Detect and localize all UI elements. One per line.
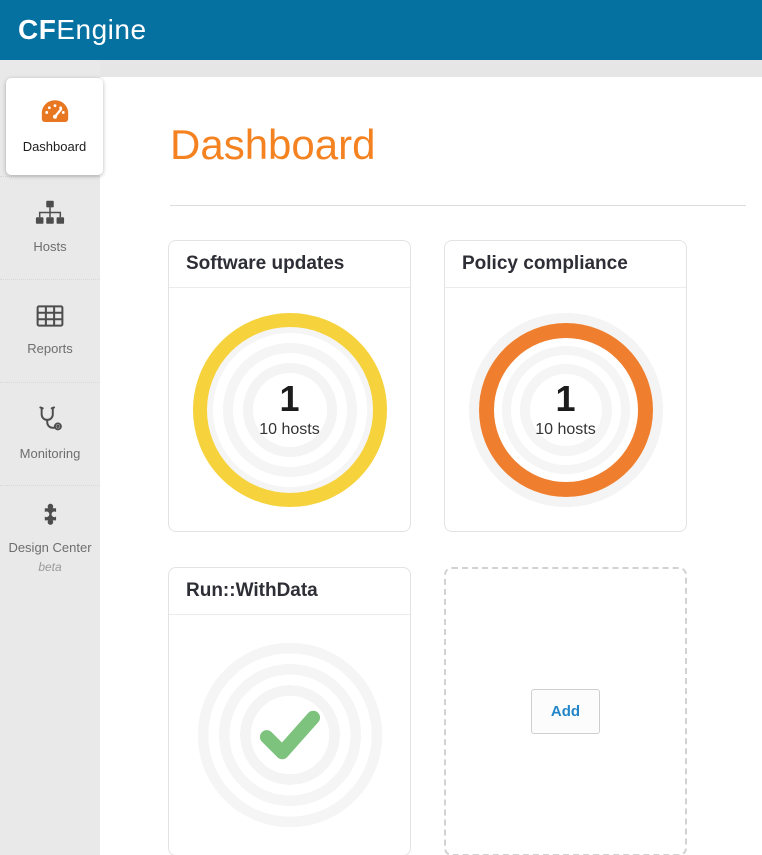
puzzle-icon [37, 500, 63, 531]
app-header: CFEngine [0, 0, 762, 60]
title-divider [170, 205, 746, 206]
card-policy-compliance: Policy compliance 1 10 hosts [444, 240, 687, 532]
chart-value: 1 [279, 381, 299, 417]
card-software-updates: Software updates 1 10 hosts [168, 240, 411, 532]
sidebar-item-label: Design Center [8, 540, 91, 556]
sidebar-item-dashboard[interactable]: Dashboard [6, 78, 103, 175]
add-button[interactable]: Add [531, 689, 600, 734]
sidebar-item-design-center[interactable]: Design Center beta [0, 485, 100, 588]
brand-light: Engine [56, 14, 146, 45]
chart-center: 1 10 hosts [190, 310, 390, 510]
main-content: Dashboard Software updates 1 10 hosts [100, 77, 762, 855]
chart-sublabel: 10 hosts [259, 421, 319, 439]
sidebar: Dashboard [0, 60, 100, 855]
card-title: Software updates [169, 241, 410, 288]
stethoscope-icon [37, 405, 63, 437]
card-add-widget: Add [444, 567, 687, 855]
chart-center: 1 10 hosts [466, 310, 666, 510]
card-run-withdata: Run::WithData [168, 567, 411, 855]
card-title: Run::WithData [169, 568, 410, 615]
card-body: 1 10 hosts [169, 288, 410, 531]
sidebar-item-monitoring[interactable]: Monitoring [0, 382, 100, 485]
sidebar-item-label: Dashboard [23, 139, 87, 155]
donut-chart-policy-compliance: 1 10 hosts [466, 310, 666, 510]
app-shell: Dashboard [0, 60, 762, 855]
check-icon [255, 704, 325, 766]
chart-value: 1 [555, 381, 575, 417]
card-body [169, 615, 410, 855]
dashboard-grid: Software updates 1 10 hosts [168, 240, 762, 855]
table-icon [36, 305, 64, 332]
sidebar-item-label: Hosts [33, 239, 66, 255]
sidebar-item-label: Reports [27, 341, 73, 357]
status-chart-run-withdata [184, 629, 396, 841]
card-body: 1 10 hosts [445, 288, 686, 531]
card-title: Policy compliance [445, 241, 686, 288]
sidebar-item-reports[interactable]: Reports [0, 279, 100, 382]
page-title: Dashboard [170, 121, 762, 169]
page: CFEngine Dashboa [0, 0, 762, 855]
gauge-icon [39, 98, 71, 130]
sidebar-item-hosts[interactable]: Hosts [0, 176, 100, 279]
donut-chart-software-updates: 1 10 hosts [190, 310, 390, 510]
sitemap-icon [35, 200, 65, 230]
chart-sublabel: 10 hosts [535, 421, 595, 439]
sidebar-item-sublabel: beta [38, 560, 61, 574]
cfengine-logo[interactable]: CFEngine [18, 14, 147, 46]
brand-bold: CF [18, 14, 56, 45]
sidebar-item-label: Monitoring [20, 446, 81, 462]
check-wrap [184, 629, 396, 841]
